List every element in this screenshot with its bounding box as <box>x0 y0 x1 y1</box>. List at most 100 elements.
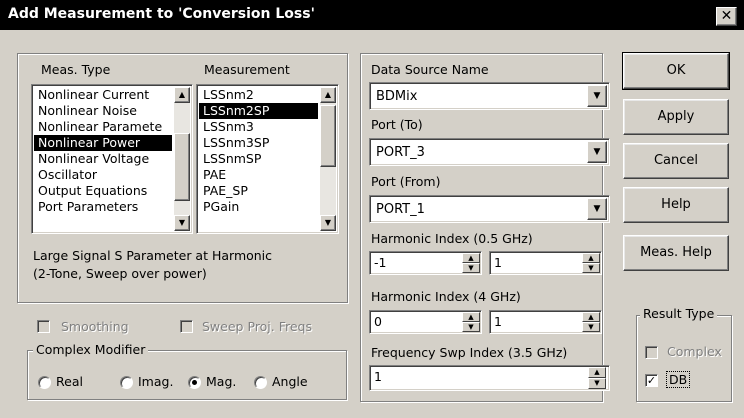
meas-type-list[interactable]: Nonlinear Current Nonlinear Noise Nonlinea… <box>31 84 193 234</box>
measurement-list-item[interactable]: PAE_SP <box>199 183 318 199</box>
ok-button[interactable]: OK <box>622 52 730 90</box>
measurement-list-item[interactable]: PAE <box>199 167 318 183</box>
harmonic-index-2a-spinbox[interactable]: 0 ▲ ▼ <box>369 310 482 334</box>
help-button[interactable]: Help <box>623 187 729 223</box>
scroll-down-button[interactable]: ▼ <box>174 215 190 231</box>
smoothing-label: Smoothing <box>61 319 129 334</box>
port-to-combo[interactable]: PORT_3 ▼ <box>369 138 610 166</box>
spin-up-button[interactable]: ▲ <box>582 312 600 322</box>
spin-down-button[interactable]: ▼ <box>588 378 606 389</box>
spin-buttons[interactable]: ▲ ▼ <box>462 312 480 332</box>
sweep-proj-freqs-check-box[interactable] <box>180 320 193 333</box>
measurement-list-item[interactable]: LSSnm2 <box>199 87 318 103</box>
meas-type-scrollbar[interactable]: ▲ ▼ <box>174 87 190 231</box>
port-to-dropdown-button[interactable]: ▼ <box>587 141 607 163</box>
harmonic-index-1-label: Harmonic Index (0.5 GHz) <box>371 231 533 246</box>
harmonic-index-1b-spinbox[interactable]: 1 ▲ ▼ <box>489 251 602 275</box>
spin-up-button[interactable]: ▲ <box>582 253 600 263</box>
radio-label: Mag. <box>206 374 237 389</box>
harmonic-index-2b-spinbox[interactable]: 1 ▲ ▼ <box>489 310 602 334</box>
port-to-value: PORT_3 <box>376 145 425 160</box>
measurement-list-item[interactable]: LSSnm3SP <box>199 135 318 151</box>
meas-type-list-item[interactable]: Nonlinear Noise <box>34 103 172 119</box>
spin-down-icon: ▼ <box>594 379 600 387</box>
scroll-thumb[interactable] <box>320 105 336 167</box>
spin-down-button[interactable]: ▼ <box>462 322 480 332</box>
radio-label: Imag. <box>138 374 174 389</box>
db-label: DB <box>665 371 691 388</box>
meas-help-button[interactable]: Meas. Help <box>623 235 729 271</box>
frequency-swp-index-spinbox[interactable]: 1 ▲ ▼ <box>369 365 610 391</box>
scroll-up-icon: ▲ <box>324 90 332 99</box>
meas-type-list-item[interactable]: Oscillator <box>34 167 172 183</box>
complex-check-box[interactable] <box>645 346 658 359</box>
scroll-down-button[interactable]: ▼ <box>320 215 336 231</box>
scroll-up-button[interactable]: ▲ <box>320 87 336 103</box>
port-from-dropdown-button[interactable]: ▼ <box>587 198 607 220</box>
measurement-scrollbar[interactable]: ▲ ▼ <box>320 87 336 231</box>
measurement-list-item[interactable]: LSSnmSP <box>199 151 318 167</box>
harmonic-index-2-label: Harmonic Index (4 GHz) <box>371 289 521 304</box>
spin-down-button[interactable]: ▼ <box>582 263 600 273</box>
description-line-2: (2-Tone, Sweep over power) <box>33 266 207 281</box>
data-source-dropdown-button[interactable]: ▼ <box>587 85 607 107</box>
complex-modifier-legend: Complex Modifier <box>33 342 149 357</box>
spin-buttons[interactable]: ▲ ▼ <box>582 253 600 273</box>
spin-up-icon: ▲ <box>594 368 600 376</box>
apply-button[interactable]: Apply <box>623 99 729 135</box>
db-checkbox[interactable]: ✓ DB <box>645 371 730 390</box>
measurement-list-item[interactable]: LSSnm2SP <box>199 103 318 119</box>
radio-button[interactable] <box>120 376 133 389</box>
harmonic-index-1a-spinbox[interactable]: -1 ▲ ▼ <box>369 251 482 275</box>
meas-type-list-item[interactable]: Nonlinear Voltage <box>34 151 172 167</box>
spin-up-icon: ▲ <box>588 254 594 262</box>
cancel-button[interactable]: Cancel <box>623 143 729 179</box>
data-source-combo[interactable]: BDMix ▼ <box>369 82 610 110</box>
db-check-box[interactable]: ✓ <box>645 374 658 387</box>
spin-up-button[interactable]: ▲ <box>588 367 606 378</box>
harmonic-index-1b-value: 1 <box>494 255 502 270</box>
meas-type-list-item[interactable]: Output Equations <box>34 183 172 199</box>
complex-checkbox[interactable]: Complex <box>645 344 730 362</box>
radio-button[interactable] <box>38 376 51 389</box>
data-source-value: BDMix <box>376 89 418 104</box>
spin-buttons[interactable]: ▲ ▼ <box>588 367 606 389</box>
port-from-label: Port (From) <box>371 174 441 189</box>
spin-up-icon: ▲ <box>468 313 474 321</box>
spin-up-icon: ▲ <box>468 254 474 262</box>
meas-type-list-item[interactable]: Port Parameters <box>34 199 172 215</box>
complex-modifier-options: Real Imag. Mag. Angle <box>38 374 338 392</box>
spin-buttons[interactable]: ▲ ▼ <box>582 312 600 332</box>
spin-up-icon: ▲ <box>588 313 594 321</box>
scroll-up-button[interactable]: ▲ <box>174 87 190 103</box>
spin-down-icon: ▼ <box>468 264 474 272</box>
spin-down-button[interactable]: ▼ <box>462 263 480 273</box>
close-button[interactable]: ✕ <box>716 7 737 26</box>
spin-up-button[interactable]: ▲ <box>462 253 480 263</box>
measurement-list-item[interactable]: LSSnm3 <box>199 119 318 135</box>
measurement-header: Measurement <box>204 62 290 77</box>
scroll-thumb[interactable] <box>174 133 190 201</box>
port-from-combo[interactable]: PORT_1 ▼ <box>369 195 610 223</box>
smoothing-check-box[interactable] <box>37 320 50 333</box>
spin-up-button[interactable]: ▲ <box>462 312 480 322</box>
meas-type-header: Meas. Type <box>41 62 111 77</box>
measurement-list-item[interactable]: PGain <box>199 199 318 215</box>
complex-label: Complex <box>667 344 722 359</box>
port-to-label: Port (To) <box>371 117 423 132</box>
spin-down-button[interactable]: ▼ <box>582 322 600 332</box>
spin-down-icon: ▼ <box>588 323 594 331</box>
scroll-down-icon: ▼ <box>178 218 186 227</box>
title-bar[interactable]: Add Measurement to 'Conversion Loss' ✕ <box>0 0 744 30</box>
checkmark-icon: ✓ <box>646 374 657 387</box>
radio-button[interactable] <box>254 376 267 389</box>
meas-type-list-item[interactable]: Nonlinear Current <box>34 87 172 103</box>
sweep-proj-freqs-label: Sweep Proj. Freqs <box>202 319 312 334</box>
meas-type-list-item[interactable]: Nonlinear Power <box>34 135 172 151</box>
measurement-list[interactable]: LSSnm2 LSSnm2SP LSSnm3 LSSnm3SP LSSnmSP PAE PA… <box>196 84 339 234</box>
spin-down-icon: ▼ <box>468 323 474 331</box>
spin-buttons[interactable]: ▲ ▼ <box>462 253 480 273</box>
meas-type-list-item[interactable]: Nonlinear Paramete <box>34 119 172 135</box>
frequency-swp-index-label: Frequency Swp Index (3.5 GHz) <box>371 345 568 360</box>
radio-button[interactable] <box>188 376 201 389</box>
